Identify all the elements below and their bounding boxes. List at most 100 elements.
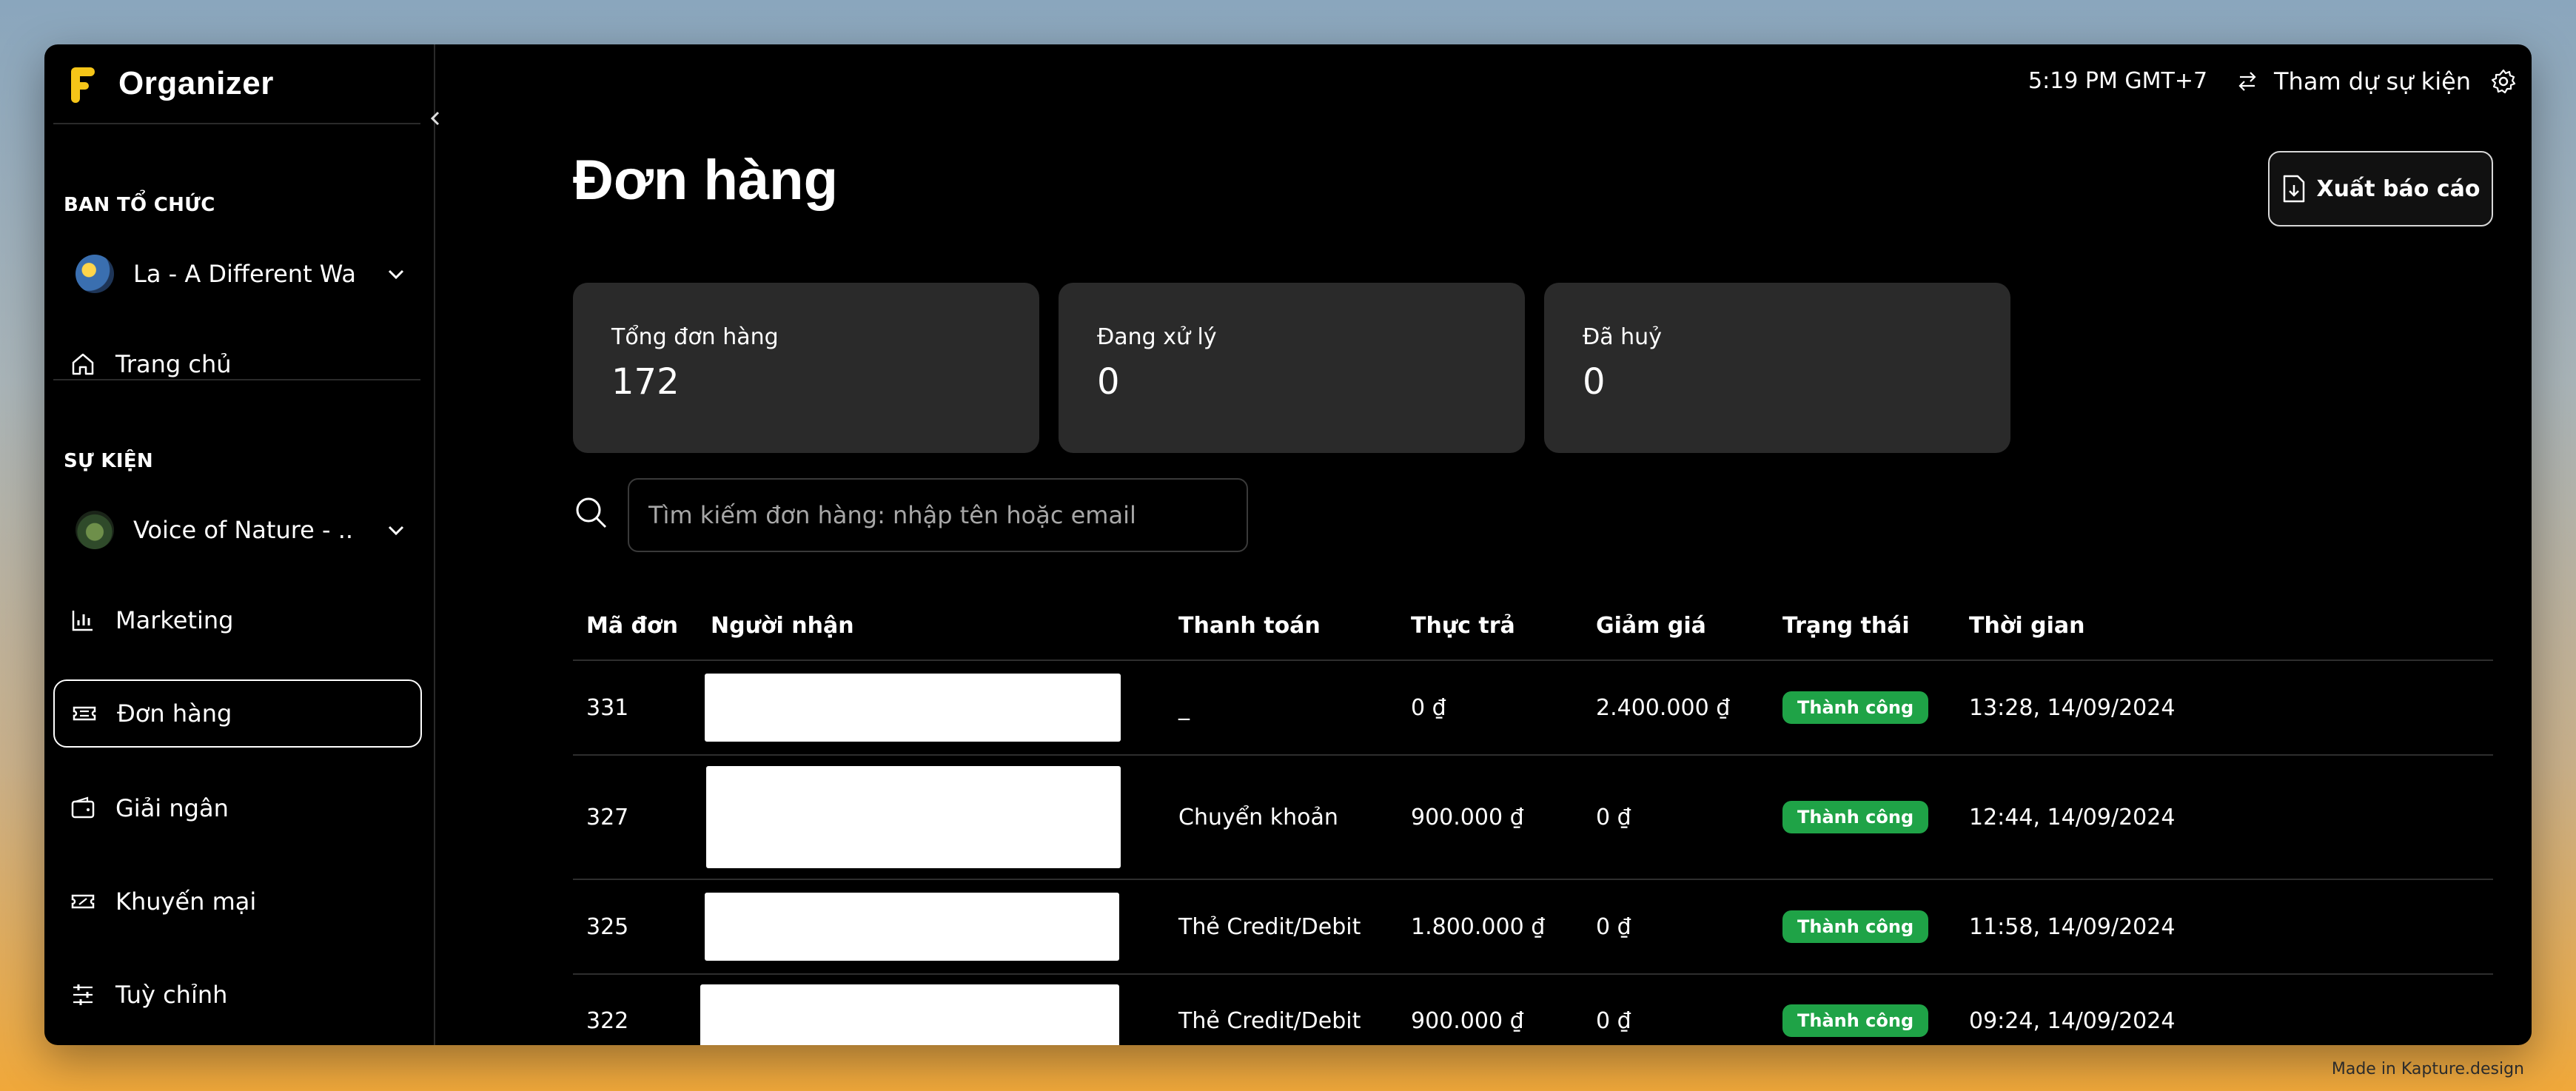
status-cell: Thành công xyxy=(1769,879,1956,975)
stat-card-cancelled: Đã huỷ 0 xyxy=(1544,283,2010,453)
recipient-cell xyxy=(697,660,1165,756)
table-row[interactable]: 325 Thẻ Credit/Debit 1.800.000 ₫ 0 ₫ Thà… xyxy=(573,879,2493,975)
sidebar-item-home[interactable]: Trang chủ xyxy=(53,330,422,398)
table-row[interactable]: 327 Chuyển khoản 900.000 ₫ 0 ₫ Thành côn… xyxy=(573,755,2493,880)
search-input[interactable] xyxy=(628,478,1248,552)
event-select[interactable]: Voice of Nature - ... xyxy=(74,502,422,558)
table-row[interactable]: 331 _ 0 ₫ 2.400.000 ₫ Thành công 13:28, … xyxy=(573,660,2493,756)
brand-name: Organizer xyxy=(118,65,274,101)
column-header-time[interactable]: Thời gian xyxy=(1956,592,2493,661)
organizer-logo-icon xyxy=(67,63,96,104)
status-cell: Thành công xyxy=(1769,974,1956,1045)
clock-label: 5:19 PM GMT+7 xyxy=(2028,68,2208,94)
wallet-icon xyxy=(71,796,95,819)
sidebar-item-label: Marketing xyxy=(115,606,234,634)
time-cell: 13:28, 14/09/2024 xyxy=(1956,660,2493,756)
status-cell: Thành công xyxy=(1769,755,1956,880)
discount-cell: 0 ₫ xyxy=(1583,974,1769,1045)
coupon-icon xyxy=(71,894,95,909)
divider xyxy=(53,379,420,380)
order-id-cell: 327 xyxy=(573,755,697,880)
column-header-payment[interactable]: Thanh toán xyxy=(1165,592,1398,661)
event-avatar xyxy=(76,511,114,549)
time-cell: 12:44, 14/09/2024 xyxy=(1956,755,2493,880)
organizer-select[interactable]: La - A Different Wa... xyxy=(74,246,422,302)
attend-event-button[interactable]: Tham dự sự kiện xyxy=(2235,59,2471,104)
export-report-button[interactable]: Xuất báo cáo xyxy=(2268,151,2493,226)
stat-label: Tổng đơn hàng xyxy=(611,324,779,350)
status-badge: Thành công xyxy=(1782,910,1929,943)
ticket-icon xyxy=(73,706,96,721)
app-window: Organizer BAN TỔ CHỨC La - A Different W… xyxy=(44,44,2532,1045)
payment-cell: Chuyển khoản xyxy=(1165,755,1398,880)
redacted-block xyxy=(700,984,1119,1045)
organizer-select-value: La - A Different Wa... xyxy=(133,260,355,288)
table-header-row: Mã đơn Người nhận Thanh toán Thực trả Gi… xyxy=(573,592,2493,661)
recipient-cell xyxy=(697,879,1165,975)
status-cell: Thành công xyxy=(1769,660,1956,756)
status-badge: Thành công xyxy=(1782,801,1929,833)
redacted-block xyxy=(705,674,1121,742)
chevron-down-icon xyxy=(388,269,404,280)
brand[interactable]: Organizer xyxy=(67,58,274,110)
paid-cell: 0 ₫ xyxy=(1398,660,1583,756)
column-header-status[interactable]: Trạng thái xyxy=(1769,592,1956,661)
event-select-value: Voice of Nature - ... xyxy=(133,516,355,544)
sliders-icon xyxy=(73,984,93,1005)
order-id-cell: 331 xyxy=(573,660,697,756)
sidebar-item-label: Khuyến mại xyxy=(115,887,257,916)
stat-label: Đang xử lý xyxy=(1097,324,1217,350)
sidebar-item-label: Trang chủ xyxy=(115,350,232,378)
recipient-cell xyxy=(697,755,1165,880)
stat-value: 172 xyxy=(611,361,680,403)
organizer-avatar xyxy=(76,255,114,293)
sidebar-item-marketing[interactable]: Marketing xyxy=(53,586,422,654)
sidebar-item-promotions[interactable]: Khuyến mại xyxy=(53,867,422,936)
sidebar: Organizer BAN TỔ CHỨC La - A Different W… xyxy=(44,44,440,1045)
recipient-cell xyxy=(697,974,1165,1045)
column-header-discount[interactable]: Giảm giá xyxy=(1583,592,1769,661)
table-row[interactable]: 322 Thẻ Credit/Debit 900.000 ₫ 0 ₫ Thành… xyxy=(573,974,2493,1045)
bar-chart-icon xyxy=(72,611,93,631)
column-header-paid[interactable]: Thực trả xyxy=(1398,592,1583,661)
divider xyxy=(53,123,420,124)
payment-cell: Thẻ Credit/Debit xyxy=(1165,974,1398,1045)
redacted-block xyxy=(706,766,1121,868)
home-icon xyxy=(72,353,94,375)
column-header-order-id[interactable]: Mã đơn xyxy=(573,592,697,661)
organizer-section-label: BAN TỔ CHỨC xyxy=(64,194,215,216)
sidebar-item-customize[interactable]: Tuỳ chỉnh xyxy=(53,961,422,1029)
sidebar-item-payouts[interactable]: Giải ngân xyxy=(53,774,422,842)
paid-cell: 900.000 ₫ xyxy=(1398,974,1583,1045)
order-id-cell: 322 xyxy=(573,974,697,1045)
sidebar-item-label: Đơn hàng xyxy=(117,699,232,728)
stat-card-total: Tổng đơn hàng 172 xyxy=(573,283,1039,453)
time-cell: 11:58, 14/09/2024 xyxy=(1956,879,2493,975)
column-header-recipient[interactable]: Người nhận xyxy=(697,592,1165,661)
payment-cell: _ xyxy=(1165,660,1398,756)
redacted-block xyxy=(705,893,1119,961)
attend-event-label: Tham dự sự kiện xyxy=(2274,67,2472,95)
file-download-icon xyxy=(2283,175,2304,203)
collapse-sidebar-button[interactable] xyxy=(426,107,444,130)
order-id-cell: 325 xyxy=(573,879,697,975)
stat-card-processing: Đang xử lý 0 xyxy=(1059,283,1525,453)
status-badge: Thành công xyxy=(1782,691,1929,724)
event-section-label: SỰ KIỆN xyxy=(64,450,153,472)
paid-cell: 1.800.000 ₫ xyxy=(1398,879,1583,975)
orders-table: Mã đơn Người nhận Thanh toán Thực trả Gi… xyxy=(573,592,2493,1045)
sidebar-item-label: Giải ngân xyxy=(115,794,229,822)
time-cell: 09:24, 14/09/2024 xyxy=(1956,974,2493,1045)
stat-value: 0 xyxy=(1097,361,1120,403)
export-report-label: Xuất báo cáo xyxy=(2316,175,2481,202)
sidebar-item-orders[interactable]: Đơn hàng xyxy=(53,679,422,748)
status-badge: Thành công xyxy=(1782,1004,1929,1037)
chevron-down-icon xyxy=(388,526,404,536)
gear-icon[interactable] xyxy=(2490,68,2517,95)
chevron-left-icon xyxy=(430,111,440,126)
payment-cell: Thẻ Credit/Debit xyxy=(1165,879,1398,975)
credit-label: Made in Kapture.design xyxy=(2331,1060,2524,1078)
swap-icon xyxy=(2238,72,2256,91)
stat-value: 0 xyxy=(1583,361,1606,403)
page-title: Đơn hàng xyxy=(573,149,838,212)
